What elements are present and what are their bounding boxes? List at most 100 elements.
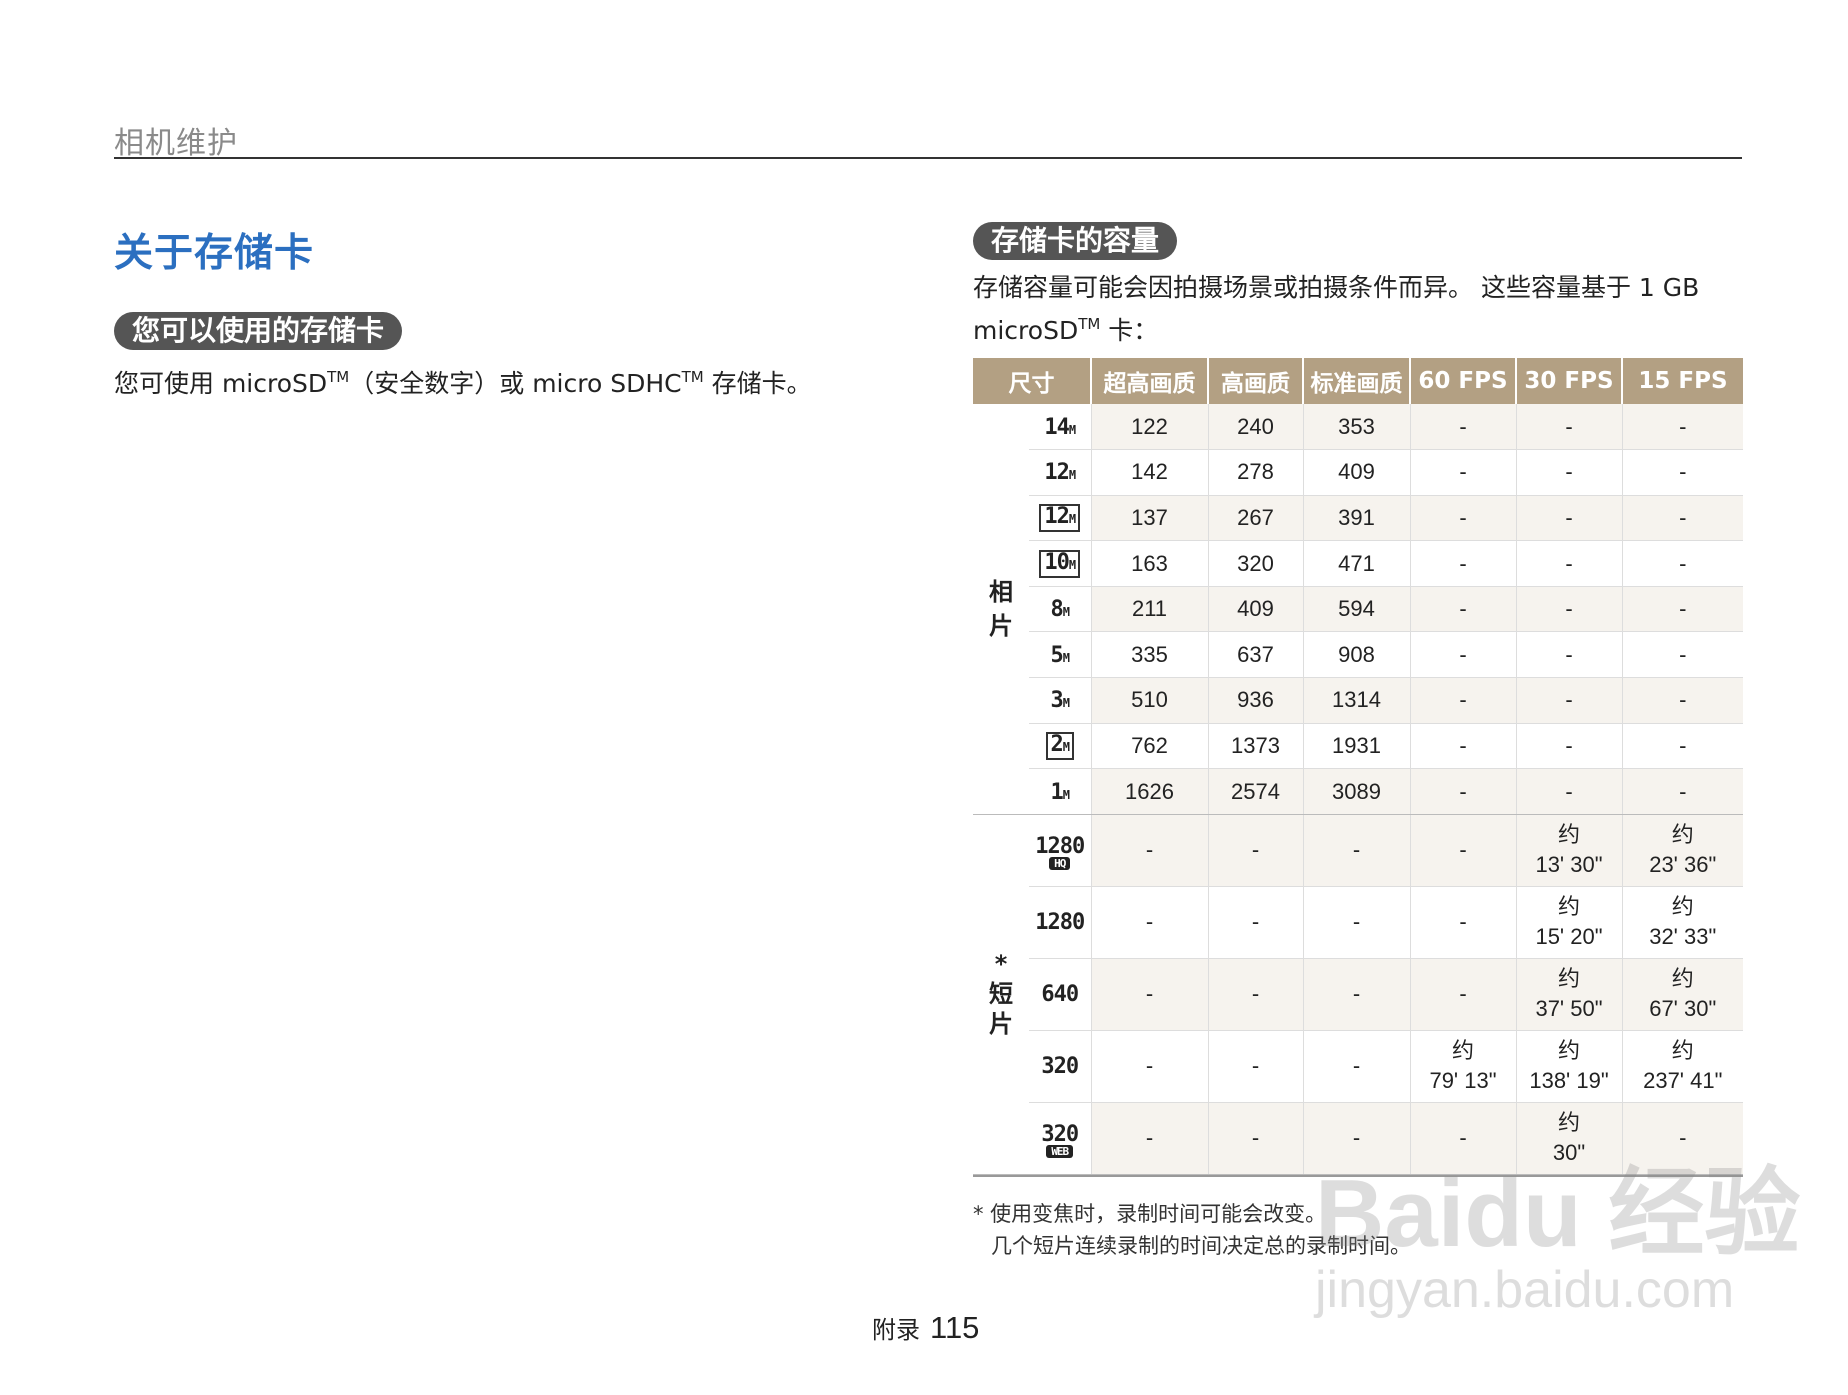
- table-cell: -: [1515, 768, 1622, 815]
- size-icon-cell: 2M: [1029, 723, 1091, 770]
- table-cell: -: [1621, 631, 1743, 679]
- watermark-logo-text: Baidu 经验: [1315, 1160, 1801, 1267]
- table-cell: -: [1409, 814, 1516, 887]
- table-cell: -: [1302, 1030, 1410, 1103]
- size-12m-icon: 12M: [1039, 504, 1081, 533]
- size-icon-cell: 8M: [1029, 586, 1091, 633]
- usable-cards-heading: 您可以使用的存储卡: [114, 312, 403, 350]
- header-size: 尺寸: [973, 358, 1091, 404]
- baidu-watermark: Baidu 经验 jingyan.baidu.com: [1300, 1125, 1800, 1325]
- capacity-description: 存储容量可能会因拍摄场景或拍摄条件而异。 这些容量基于 1 GB microSD…: [973, 273, 1700, 345]
- header-col-6: 15 FPS: [1621, 358, 1743, 404]
- header-col-3: 标准画质: [1302, 358, 1410, 404]
- size-icon-cell: 5M: [1029, 631, 1091, 679]
- table-cell: 762: [1090, 723, 1208, 770]
- header-col-5: 30 FPS: [1515, 358, 1622, 404]
- table-cell: 约 13' 30": [1515, 814, 1622, 887]
- resolution-1280-hq-icon: 1280 HQ: [1035, 833, 1085, 870]
- table-cell: 278: [1207, 449, 1303, 496]
- usable-cards-text: 您可使用 microSDTM（安全数字）或 micro SDHCTM 存储卡。: [114, 368, 812, 398]
- header-col-4: 60 FPS: [1409, 358, 1516, 404]
- table-row: 3M 510 936 1314- - -: [973, 677, 1743, 724]
- table-cell: -: [1302, 814, 1410, 887]
- table-cell: 409: [1207, 586, 1303, 633]
- table-cell: -: [1207, 814, 1303, 887]
- table-cell: -: [1621, 723, 1743, 770]
- table-cell: -: [1302, 886, 1410, 959]
- table-cell: -: [1515, 495, 1622, 542]
- page-number: 115: [930, 1310, 980, 1345]
- table-cell: -: [1090, 814, 1208, 887]
- table-cell: 约 15' 20": [1515, 886, 1622, 959]
- table-cell: -: [1409, 449, 1516, 496]
- table-cell: 2574: [1207, 768, 1303, 815]
- size-8m-icon: 8M: [1050, 597, 1071, 623]
- table-cell: -: [1409, 540, 1516, 587]
- table-cell: 122: [1090, 404, 1208, 451]
- table-cell: 3089: [1302, 768, 1410, 815]
- page-title: 关于存储卡: [114, 231, 315, 276]
- table-cell: -: [1409, 723, 1516, 770]
- table-cell: -: [1302, 958, 1410, 1031]
- table-cell: 409: [1302, 449, 1410, 496]
- table-cell: 353: [1302, 404, 1410, 451]
- table-cell: -: [1515, 404, 1622, 451]
- table-cell: 约 23' 36": [1621, 814, 1743, 887]
- table-cell: -: [1515, 677, 1622, 724]
- table-cell: 142: [1090, 449, 1208, 496]
- table-cell: -: [1515, 449, 1622, 496]
- table-cell: 1931: [1302, 723, 1410, 770]
- table-row: 640- - - - 约 37' 50" 约 67' 30": [973, 958, 1743, 1031]
- table-cell: -: [1090, 958, 1208, 1031]
- footer-label: 附录: [872, 1316, 920, 1344]
- table-cell: 510: [1090, 677, 1208, 724]
- table-row: 12M 137 267 391- - -: [973, 495, 1743, 542]
- table-cell: 1373: [1207, 723, 1303, 770]
- table-cell: -: [1621, 495, 1743, 542]
- size-icon-cell: 12M: [1029, 495, 1091, 542]
- table-cell: -: [1207, 886, 1303, 959]
- table-cell: 391: [1302, 495, 1410, 542]
- table-cell: 471: [1302, 540, 1410, 587]
- table-cell: -: [1621, 404, 1743, 451]
- table-cell: -: [1621, 586, 1743, 633]
- table-cell: -: [1090, 886, 1208, 959]
- table-cell: 594: [1302, 586, 1410, 633]
- table-row: 8M 211 409 594- - -: [973, 586, 1743, 633]
- size-1m-icon: 1M: [1050, 779, 1071, 805]
- table-cell: 637: [1207, 631, 1303, 679]
- table-cell: -: [1207, 958, 1303, 1031]
- table-cell: -: [1090, 1030, 1208, 1103]
- table-cell: 335: [1090, 631, 1208, 679]
- table-cell: 约 237' 41": [1621, 1030, 1743, 1103]
- size-3m-icon: 3M: [1050, 688, 1071, 714]
- table-cell: -: [1409, 495, 1516, 542]
- resolution-320-icon: 320: [1041, 1053, 1079, 1079]
- table-cell: -: [1515, 631, 1622, 679]
- table-row: 12M 142 278 409- - -: [973, 449, 1743, 496]
- table-cell: 211: [1090, 586, 1208, 633]
- size-icon-cell: 1280 HQ: [1029, 814, 1091, 887]
- capacity-heading: 存储卡的容量: [973, 222, 1178, 260]
- table-cell: -: [1409, 404, 1516, 451]
- table-cell: -: [1621, 677, 1743, 724]
- table-row: 320- - - 约 79' 13" 约 138' 19" 约 237' 41": [973, 1030, 1743, 1103]
- size-icon-cell: 12M: [1029, 449, 1091, 496]
- table-cell: 1626: [1090, 768, 1208, 815]
- table-cell: 约 138' 19": [1515, 1030, 1622, 1103]
- size-icon-cell: 320: [1029, 1030, 1091, 1103]
- table-cell: -: [1409, 958, 1516, 1031]
- table-cell: 约 79' 13": [1409, 1030, 1516, 1103]
- table-cell: -: [1621, 449, 1743, 496]
- table-cell: -: [1409, 677, 1516, 724]
- table-cell: 908: [1302, 631, 1410, 679]
- table-row: 相片 14M 122 240 353- - -: [973, 404, 1743, 815]
- size-icon-cell: 3M: [1029, 677, 1091, 724]
- size-10m-icon: 10M: [1039, 550, 1081, 579]
- table-cell: 163: [1090, 540, 1208, 587]
- table-cell: -: [1207, 1030, 1303, 1103]
- size-icon-cell: 1280: [1029, 886, 1091, 959]
- resolution-1280-icon: 1280: [1035, 909, 1085, 935]
- table-row: 5M 335 637 908- - -: [973, 631, 1743, 679]
- table-cell: 936: [1207, 677, 1303, 724]
